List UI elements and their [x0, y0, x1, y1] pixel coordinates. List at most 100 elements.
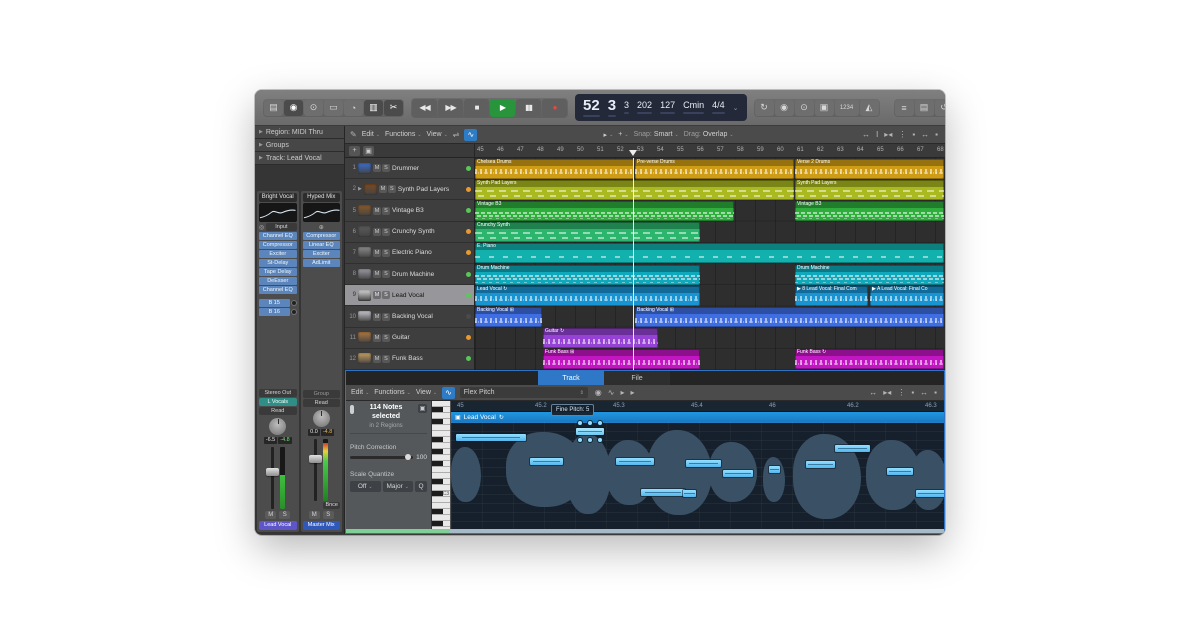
track-solo-button[interactable]: S — [382, 333, 390, 342]
tab-track[interactable]: Track — [538, 371, 604, 385]
region-vintage-b3[interactable]: Vintage B3 — [475, 200, 734, 222]
note-hotspot[interactable] — [588, 421, 592, 425]
input-slot[interactable]: Input — [266, 223, 297, 231]
strip-name-lead-vocal[interactable]: Lead Vocal — [259, 521, 297, 530]
add-track-button[interactable]: + — [349, 145, 360, 156]
lcd-display[interactable]: 52 3 3 202 127 Cmin 4/4 ⌄ — [575, 94, 747, 121]
more-icon[interactable]: ⋮ — [898, 130, 906, 139]
send-knob[interactable] — [290, 309, 297, 315]
volume-fader[interactable] — [309, 439, 323, 501]
track-solo-button[interactable]: S — [382, 164, 390, 173]
library-icon[interactable]: ▤ — [264, 99, 283, 116]
forward-button[interactable]: ▶▶ — [438, 98, 463, 117]
region-drum-machine[interactable]: Drum Machine — [475, 264, 700, 285]
pointer-tool-icon[interactable]: ▸ — [620, 388, 624, 397]
lcd-key[interactable]: Cmin — [683, 101, 705, 114]
group-slot[interactable]: Group — [302, 390, 340, 398]
region-funk-bass[interactable]: Funk Bass ↻ — [795, 349, 944, 370]
track-mute-button[interactable]: M — [373, 291, 381, 300]
disclosure-triangle-icon[interactable]: ▶ — [259, 142, 263, 148]
region-lead-vocal-final-co[interactable]: ▶ A Lead Vocal: Final Co — [870, 285, 944, 306]
playhead-line[interactable] — [633, 158, 634, 370]
secondary-tool-icon[interactable]: ▸ — [630, 388, 634, 397]
plugin-slot-adlimit[interactable]: AdLimit — [302, 259, 340, 267]
disclosure-triangle-icon[interactable]: ▶ — [358, 186, 362, 192]
plugin-slot-deesser[interactable]: DeEsser — [259, 277, 297, 285]
region-drum-machine[interactable]: Drum Machine — [795, 264, 944, 285]
track-solo-button[interactable]: S — [382, 312, 390, 321]
plugin-slot-exciter[interactable]: Exciter — [259, 250, 297, 258]
rewind-button[interactable]: ◀◀ — [412, 98, 437, 117]
pan-knob[interactable] — [269, 418, 287, 435]
region-synth-pad-layers[interactable]: Synth Pad Layers — [795, 179, 944, 200]
plugin-slot-exciter[interactable]: Exciter — [302, 250, 340, 258]
note-hotspot[interactable] — [588, 438, 592, 442]
region-synth-pad-layers[interactable]: Synth Pad Layers — [475, 179, 794, 200]
editors-icon[interactable]: ✂ — [384, 99, 403, 116]
plugin-slot-compressor[interactable]: Compressor — [302, 232, 340, 240]
track-mute-button[interactable]: M — [373, 312, 381, 321]
track-solo-button[interactable]: S — [382, 291, 390, 300]
metronome-icon[interactable]: ◭ — [859, 99, 879, 116]
track-header-backing-vocal[interactable]: 10 M S Backing Vocal — [345, 306, 474, 328]
volume-value[interactable]: 0.0 — [308, 429, 320, 436]
tab-file[interactable]: File — [604, 371, 670, 385]
peak-value[interactable]: -4.8 — [320, 429, 335, 436]
pitch-note[interactable] — [835, 445, 870, 452]
send-knob[interactable] — [290, 300, 297, 306]
solo-button[interactable]: S — [322, 511, 334, 519]
flex-mode-dropdown[interactable]: Flex Pitch ⇕ — [459, 387, 588, 398]
editor-ruler[interactable]: 45 45.2 45.3 45.4 46 46.2 46.3 — [451, 401, 944, 412]
region-lanes[interactable]: Chelsea Drums Pre-verse Drums Verse 2 Drum… — [475, 158, 945, 370]
track-solo-button[interactable]: S — [382, 248, 390, 257]
lcd-beat[interactable]: 3 — [607, 98, 617, 117]
region-funk-bass[interactable]: Funk Bass ⊞ — [543, 349, 700, 370]
pitch-note[interactable] — [683, 490, 696, 497]
channel-setting-button[interactable]: Hyped Mix — [302, 193, 340, 202]
plugin-slot-channel-eq[interactable]: Channel EQ — [259, 232, 297, 240]
editor-flex-button[interactable]: ∿ — [442, 386, 455, 399]
track-header-lead-vocal[interactable]: 9 M S Lead Vocal — [345, 285, 474, 307]
lcd-bar[interactable]: 52 — [583, 98, 600, 117]
region-backing-vocal[interactable]: Backing Vocal ⊞ — [635, 306, 944, 328]
plugin-slot-compressor[interactable]: Compressor — [259, 241, 297, 249]
output-slot[interactable]: Stereo Out — [259, 389, 297, 397]
track-mute-button[interactable]: M — [373, 354, 381, 363]
automation-mode-button[interactable]: Read — [259, 407, 297, 415]
waveform-zoom-icon[interactable]: ↔ — [862, 130, 870, 139]
track-solo-button[interactable]: S — [382, 206, 390, 215]
pitch-note[interactable] — [887, 468, 913, 475]
white-key[interactable] — [432, 527, 450, 529]
lcd-tempo[interactable]: 127 — [660, 101, 676, 114]
quick-help-icon[interactable]: ⊙ — [304, 99, 323, 116]
lcd-div[interactable]: 3 — [624, 101, 630, 114]
eq-display[interactable] — [302, 203, 340, 222]
pitch-note[interactable] — [769, 466, 780, 473]
flex-tool-icon[interactable]: ∿ — [608, 388, 615, 397]
editor-scroll-track[interactable] — [450, 529, 944, 533]
cycle-icon[interactable]: ↻ — [754, 99, 774, 116]
track-mute-button[interactable]: M — [378, 185, 387, 194]
pitch-note[interactable] — [916, 490, 944, 497]
plugin-slot-st-delay[interactable]: St-Delay — [259, 259, 297, 267]
count-in-icon[interactable]: 1234 — [834, 99, 859, 116]
toolbar-toggle-icon[interactable]: ▭ — [324, 99, 343, 116]
region-pre-verse-drums[interactable]: Pre-verse Drums — [635, 158, 794, 179]
pitch-note[interactable] — [806, 461, 835, 468]
track-header-vintage-b3[interactable]: 5 M S Vintage B3 — [345, 200, 474, 222]
region-vintage-b3[interactable]: Vintage B3 — [795, 200, 944, 222]
flex-pitch-area[interactable]: 45 45.2 45.3 45.4 46 46.2 46.3 ▣ Lead Vocal ↻ … — [451, 401, 944, 529]
track-mute-button[interactable]: M — [373, 227, 381, 236]
replace-icon[interactable]: ⊙ — [794, 99, 814, 116]
lock-icon[interactable]: ▪ — [912, 130, 915, 139]
editor-scrollbar[interactable] — [346, 529, 944, 533]
mute-button[interactable]: M — [308, 511, 320, 519]
disclosure-triangle-icon[interactable]: ▶ — [259, 155, 263, 161]
catch-playhead-icon[interactable]: ⇌ — [453, 130, 460, 139]
editor-lock2-icon[interactable]: ▪ — [934, 388, 937, 397]
note-hotspot[interactable] — [598, 438, 602, 442]
pitch-note[interactable] — [641, 489, 685, 496]
audition-icon[interactable]: ◉ — [595, 388, 602, 397]
groups-inspector-header[interactable]: ▶ Groups — [255, 139, 344, 152]
inspector-icon[interactable]: ◉ — [284, 99, 303, 116]
